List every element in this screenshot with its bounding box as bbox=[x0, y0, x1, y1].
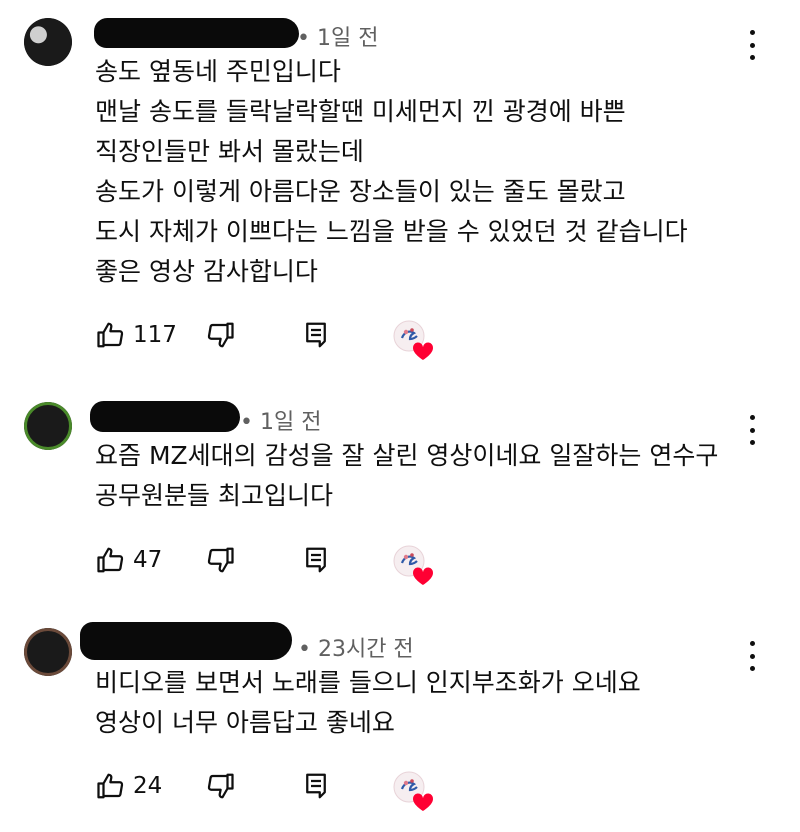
like-count: 24 bbox=[133, 773, 163, 799]
comment-text-line: 영상이 너무 아름답고 좋네요 bbox=[95, 708, 395, 737]
more-vert-icon[interactable] bbox=[742, 641, 762, 671]
comment-text-line: 비디오를 보면서 노래를 들으니 인지부조화가 오네요 bbox=[95, 668, 641, 697]
like-count: 47 bbox=[133, 547, 163, 573]
comment-text-line: 좋은 영상 감사합니다 bbox=[95, 257, 318, 286]
thumbs-up-icon bbox=[97, 773, 124, 799]
reply-icon bbox=[306, 322, 326, 348]
comment-text-line: 직장인들만 봐서 몰랐는데 bbox=[95, 137, 364, 166]
reply-icon bbox=[306, 773, 326, 799]
dislike-button[interactable] bbox=[205, 320, 235, 354]
more-vert-icon[interactable] bbox=[742, 30, 762, 60]
thumbs-down-icon bbox=[207, 322, 234, 348]
like-count: 117 bbox=[133, 322, 177, 348]
comment-timestamp: • 23시간 전 bbox=[298, 637, 414, 662]
creator-heart-icon bbox=[393, 771, 434, 811]
like-button[interactable] bbox=[96, 545, 126, 579]
username-redacted[interactable] bbox=[80, 622, 292, 660]
reply-button[interactable] bbox=[303, 771, 329, 805]
creator-heart-badge bbox=[393, 545, 434, 585]
user-avatar[interactable] bbox=[24, 18, 72, 66]
creator-heart-badge bbox=[393, 771, 434, 811]
reply-button[interactable] bbox=[303, 320, 329, 354]
creator-heart-icon bbox=[393, 320, 434, 360]
thumbs-up-icon bbox=[97, 322, 124, 348]
more-vert-icon[interactable] bbox=[742, 415, 762, 445]
dislike-button[interactable] bbox=[205, 771, 235, 805]
username-redacted[interactable] bbox=[90, 401, 240, 432]
thumbs-up-icon bbox=[97, 547, 124, 573]
comment-text-line: 요즘 MZ세대의 감성을 잘 살린 영상이네요 일잘하는 연수구 bbox=[95, 441, 719, 470]
like-button[interactable] bbox=[96, 771, 126, 805]
user-avatar[interactable] bbox=[24, 402, 72, 450]
comment-text-line: 송도 옆동네 주민입니다 bbox=[95, 57, 341, 86]
comment-text-line: 송도가 이렇게 아름다운 장소들이 있는 줄도 몰랐고 bbox=[95, 177, 626, 206]
user-avatar[interactable] bbox=[24, 628, 72, 676]
comment-text-line: 도시 자체가 이쁘다는 느낌을 받을 수 있었던 것 같습니다 bbox=[95, 217, 688, 246]
like-button[interactable] bbox=[96, 320, 126, 354]
reply-button[interactable] bbox=[303, 545, 329, 579]
username-redacted[interactable] bbox=[94, 18, 299, 48]
thumbs-down-icon bbox=[207, 773, 234, 799]
dislike-button[interactable] bbox=[205, 545, 235, 579]
comment-timestamp: • 1일 전 bbox=[297, 26, 379, 51]
reply-icon bbox=[306, 547, 326, 573]
creator-heart-icon bbox=[393, 545, 434, 585]
comment-text-line: 맨날 송도를 들락날락할땐 미세먼지 낀 광경에 바쁜 bbox=[95, 97, 626, 126]
comment-text-line: 공무원분들 최고입니다 bbox=[95, 481, 333, 510]
thumbs-down-icon bbox=[207, 547, 234, 573]
comment-timestamp: • 1일 전 bbox=[240, 410, 322, 435]
creator-heart-badge bbox=[393, 320, 434, 360]
